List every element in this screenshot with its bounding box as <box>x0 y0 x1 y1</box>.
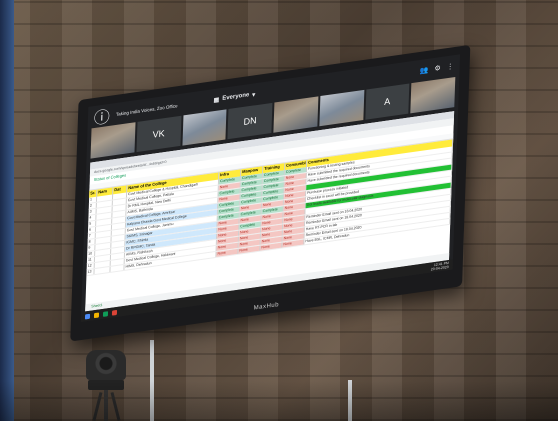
participant-tile[interactable] <box>181 109 227 146</box>
participant-initials: VK <box>152 128 165 140</box>
conference-camera <box>86 350 126 380</box>
tv-wrapper: ⓘ Taking India Voices, Zoo Office ▦ Ever… <box>70 3 480 361</box>
participant-tile[interactable]: A <box>364 83 410 120</box>
more-icon[interactable]: ⋮ <box>447 62 454 71</box>
floor-shadow <box>0 381 558 421</box>
explorer-icon[interactable] <box>93 311 100 318</box>
table-cell[interactable]: 13 <box>86 269 95 276</box>
table-cell[interactable] <box>94 266 111 275</box>
display-monitor: ⓘ Taking India Voices, Zoo Office ▦ Ever… <box>70 44 471 342</box>
participant-initials: DN <box>243 115 257 127</box>
start-icon[interactable] <box>84 313 91 319</box>
audience-selector[interactable]: ▦ Everyone ▾ <box>213 91 255 104</box>
participant-initials: A <box>384 96 391 108</box>
participant-tile[interactable] <box>319 89 364 127</box>
audience-label: Everyone <box>222 92 250 102</box>
participant-tile[interactable]: DN <box>227 102 273 140</box>
chevron-down-icon: ▾ <box>252 91 256 99</box>
screen: ⓘ Taking India Voices, Zoo Office ▦ Ever… <box>80 54 461 323</box>
taskbar-clock[interactable]: 12:41 PM 20-04-2020 <box>431 261 449 272</box>
chrome-icon[interactable] <box>111 309 118 316</box>
grid-icon: ▦ <box>213 96 220 104</box>
meeting-title: Taking India Voices, Zoo Office <box>115 102 178 117</box>
participant-tile[interactable] <box>410 76 456 114</box>
participant-tile[interactable]: VK <box>136 115 181 153</box>
participants-icon[interactable]: 👥 <box>420 66 429 75</box>
table-cell[interactable] <box>110 264 125 272</box>
left-edge-object <box>0 0 14 421</box>
settings-icon[interactable]: ⚙ <box>434 64 441 73</box>
sheets-icon[interactable] <box>102 310 109 317</box>
participant-tile[interactable] <box>273 96 319 133</box>
participant-tile[interactable] <box>90 122 136 159</box>
